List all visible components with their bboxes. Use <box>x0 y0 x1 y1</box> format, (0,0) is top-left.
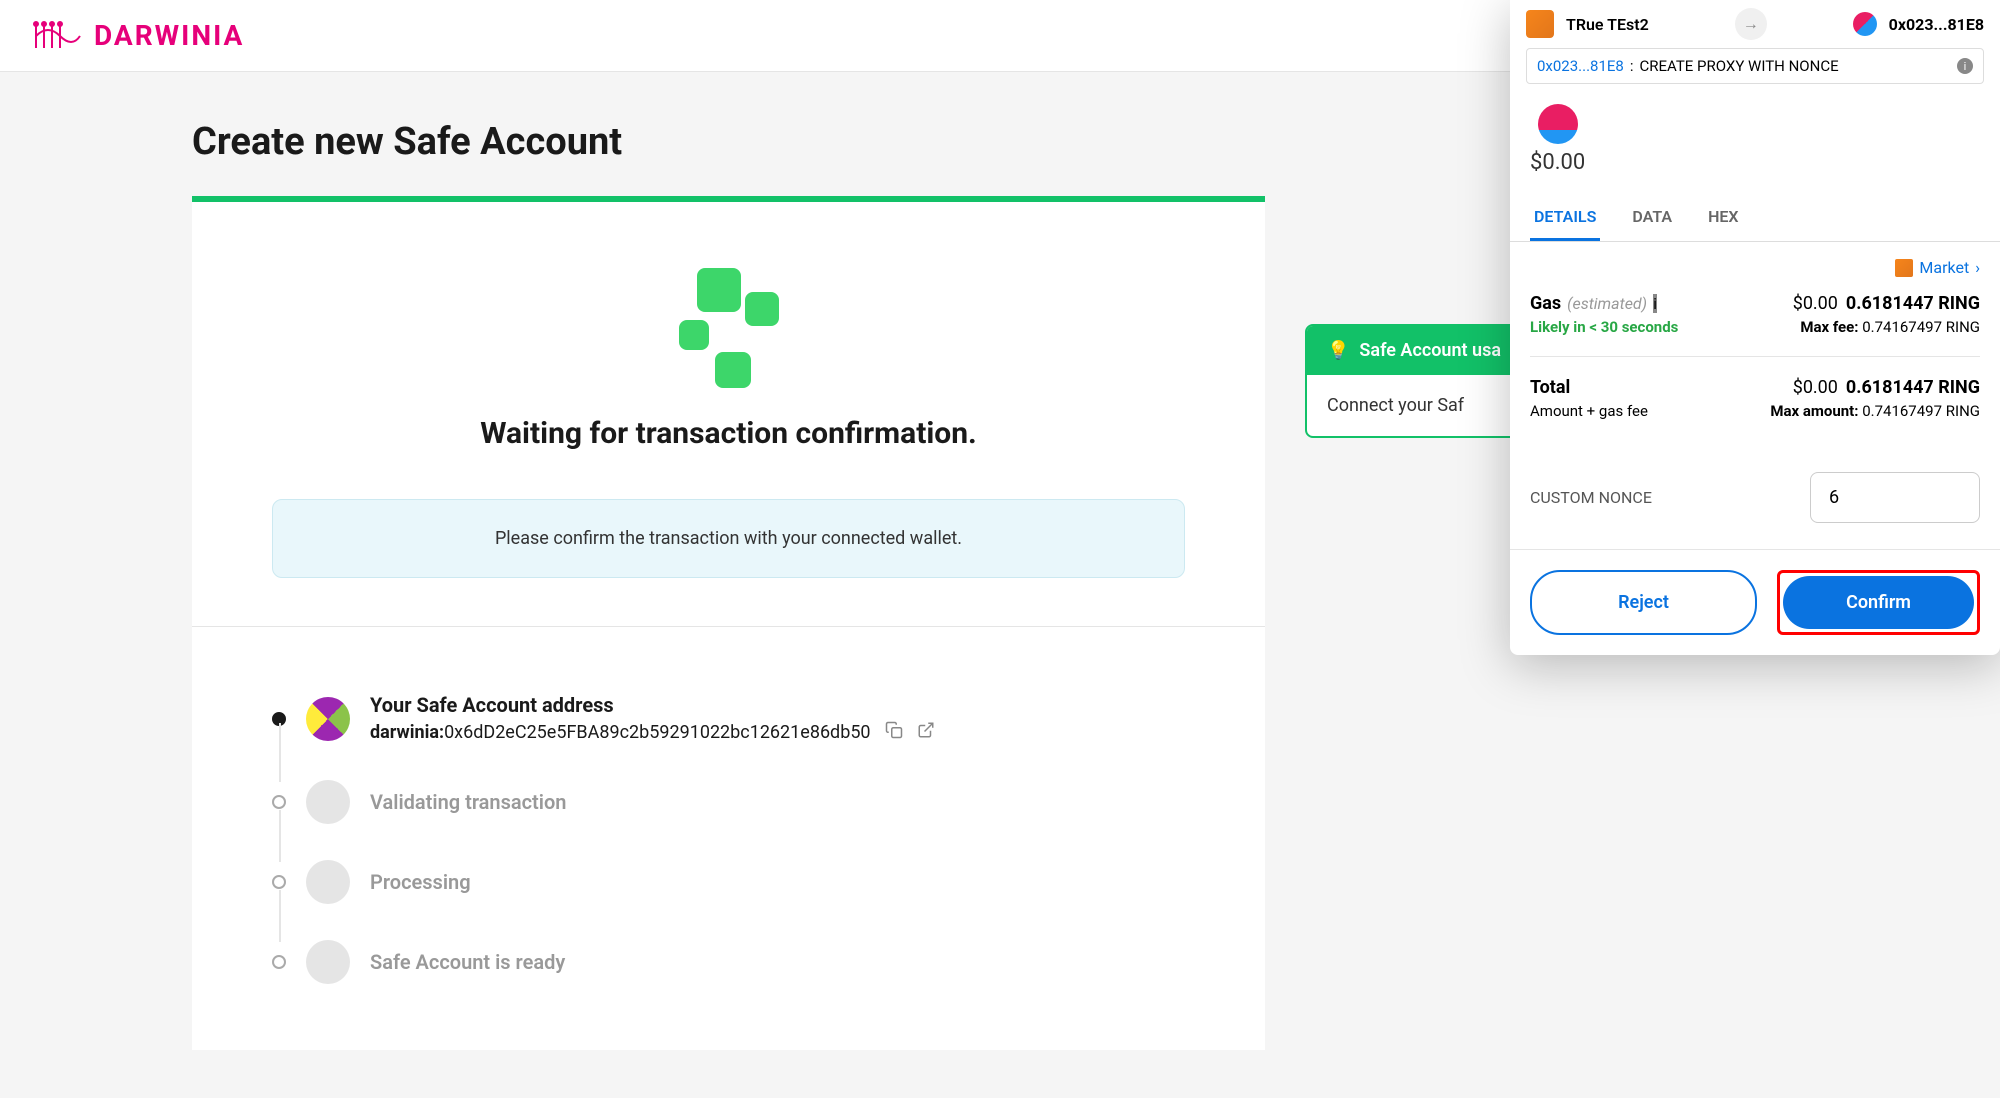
step-dot-icon <box>272 875 286 889</box>
account-identicon <box>1853 12 1877 36</box>
step-placeholder-icon <box>306 940 350 984</box>
maxamount-label: Max amount: <box>1770 402 1858 420</box>
wallet-to-account[interactable]: 0x023...81E8 <box>1853 12 1984 36</box>
total-sublabel: Amount + gas fee <box>1530 402 1648 420</box>
step-dot-icon <box>272 712 286 726</box>
market-link[interactable]: Market › <box>1530 258 1980 293</box>
gas-row: Gas (estimated) i $0.00 0.6181447 RING <box>1530 293 1980 314</box>
chevron-right-icon: › <box>1975 258 1980 277</box>
step-dot-icon <box>272 795 286 809</box>
wallet-from-account[interactable]: TRue TEst2 <box>1526 10 1649 38</box>
tab-details[interactable]: DETAILS <box>1530 195 1600 241</box>
maxfee-label: Max fee: <box>1800 318 1858 336</box>
nonce-input[interactable] <box>1810 472 1980 523</box>
gas-sublabel: (estimated) <box>1567 294 1647 313</box>
lightbulb-icon: 💡 <box>1327 340 1349 361</box>
step-title: Safe Account is ready <box>370 950 1185 974</box>
logo[interactable]: DARWINIA <box>32 19 244 52</box>
gas-label: Gas <box>1530 293 1561 314</box>
info-icon[interactable]: i <box>1653 294 1657 313</box>
action-method: CREATE PROXY WITH NONCE <box>1639 57 1838 75</box>
token-icon <box>1538 104 1578 144</box>
step-dot-icon <box>272 955 286 969</box>
info-icon[interactable]: i <box>1957 58 1973 74</box>
blocks-loading-icon <box>679 268 779 388</box>
gas-subrow: Likely in < 30 seconds Max fee: 0.741674… <box>1530 318 1980 336</box>
confirm-button[interactable]: Confirm <box>1783 576 1974 629</box>
external-link-icon[interactable] <box>917 721 935 744</box>
gas-value: $0.00 0.6181447 RING <box>1793 293 1980 314</box>
total-value: $0.00 0.6181447 RING <box>1793 377 1980 398</box>
total-row: Total $0.00 0.6181447 RING <box>1530 377 1980 398</box>
maxamount-value: 0.74167497 RING <box>1862 402 1980 420</box>
logo-icon <box>32 21 84 51</box>
panel-header-text: Safe Account usa <box>1359 340 1501 361</box>
metamask-fox-icon <box>1526 10 1554 38</box>
wallet-header: TRue TEst2 → 0x023...81E8 <box>1510 0 2000 40</box>
balance-amount: $0.00 <box>1530 150 1585 175</box>
tab-data[interactable]: DATA <box>1628 195 1676 241</box>
waiting-title: Waiting for transaction confirmation. <box>272 416 1185 451</box>
wallet-footer: Reject Confirm <box>1510 549 2000 655</box>
step-placeholder-icon <box>306 860 350 904</box>
maxfee-value: 0.74167497 RING <box>1862 318 1980 336</box>
copy-icon[interactable] <box>885 721 903 744</box>
step-ready: Safe Account is ready <box>272 922 1185 1002</box>
step-title: Your Safe Account address <box>370 693 1185 717</box>
wallet-tabs: DETAILS DATA HEX <box>1510 195 2000 242</box>
logo-text: DARWINIA <box>94 19 244 52</box>
step-address: Your Safe Account address darwinia:0x6dD… <box>272 675 1185 762</box>
steps-list: Your Safe Account address darwinia:0x6dD… <box>192 626 1265 1050</box>
gas-likely: Likely in < 30 seconds <box>1530 318 1678 336</box>
tab-hex[interactable]: HEX <box>1704 195 1742 241</box>
transaction-action: 0x023...81E8 : CREATE PROXY WITH NONCE i <box>1526 48 1984 84</box>
transaction-card: Waiting for transaction confirmation. Pl… <box>192 196 1265 1050</box>
gas-usd: $0.00 <box>1793 293 1838 314</box>
market-text: Market <box>1919 258 1969 277</box>
custom-nonce-row: CUSTOM NONCE <box>1530 440 1980 533</box>
action-address[interactable]: 0x023...81E8 <box>1537 57 1624 75</box>
step-processing: Processing <box>272 842 1185 922</box>
reject-button[interactable]: Reject <box>1530 570 1757 635</box>
info-box: Please confirm the transaction with your… <box>272 499 1185 578</box>
step-validating: Validating transaction <box>272 762 1185 842</box>
gas-amount: 0.6181447 RING <box>1846 293 1980 314</box>
wallet-balance: $0.00 <box>1510 92 2000 195</box>
step-title: Validating transaction <box>370 790 1185 814</box>
account-address: darwinia:0x6dD2eC25e5FBA89c2b59291022bc1… <box>370 721 1185 744</box>
address-prefix: darwinia: <box>370 722 444 743</box>
action-separator: : <box>1630 57 1634 75</box>
metamask-fox-icon <box>1895 259 1913 277</box>
total-subrow: Amount + gas fee Max amount: 0.74167497 … <box>1530 402 1980 420</box>
nonce-label: CUSTOM NONCE <box>1530 488 1652 507</box>
address-value: 0x6dD2eC25e5FBA89c2b59291022bc12621e86db… <box>444 722 871 743</box>
step-placeholder-icon <box>306 780 350 824</box>
arrow-right-icon: → <box>1735 8 1767 40</box>
total-amount: 0.6181447 RING <box>1846 377 1980 398</box>
step-title: Processing <box>370 870 1185 894</box>
total-usd: $0.00 <box>1793 377 1838 398</box>
wallet-confirmation-popup: TRue TEst2 → 0x023...81E8 0x023...81E8 :… <box>1510 0 2000 655</box>
account-identicon <box>306 697 350 741</box>
account-name: TRue TEst2 <box>1566 15 1649 34</box>
account-address-short: 0x023...81E8 <box>1889 15 1984 34</box>
wallet-details-panel: Market › Gas (estimated) i $0.00 0.618144… <box>1510 242 2000 549</box>
total-label: Total <box>1530 377 1570 398</box>
